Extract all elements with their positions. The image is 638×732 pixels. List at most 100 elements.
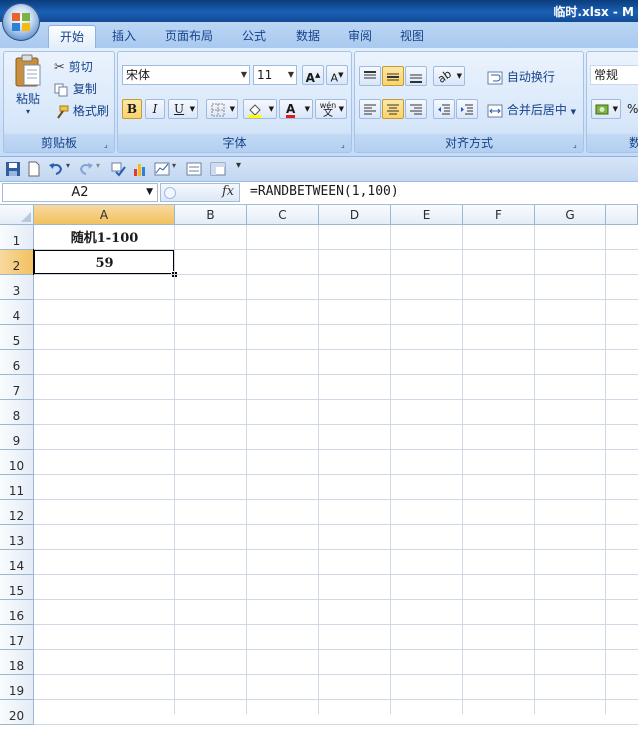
- cell-grid[interactable]: 随机1-100 59: [33, 225, 638, 725]
- gridline-horizontal: [34, 299, 638, 300]
- italic-button[interactable]: I: [145, 99, 165, 119]
- format-painter-button[interactable]: 格式刷: [54, 102, 109, 119]
- merge-center-button[interactable]: 合并后居中 ▼: [487, 101, 576, 118]
- grow-font-button[interactable]: A▲: [302, 65, 324, 85]
- save-icon[interactable]: [5, 161, 21, 177]
- column-header-d[interactable]: D: [319, 205, 391, 225]
- undo-dropdown-icon[interactable]: ▾: [66, 161, 70, 170]
- align-left-button[interactable]: [359, 99, 381, 119]
- row-header-12[interactable]: 12: [0, 500, 34, 525]
- row-header-8[interactable]: 8: [0, 400, 34, 425]
- align-middle-button[interactable]: [382, 66, 404, 86]
- row-header-20[interactable]: 20: [0, 700, 34, 725]
- tab-data[interactable]: 数据: [288, 25, 328, 47]
- row-header-5[interactable]: 5: [0, 325, 34, 350]
- phonetic-button[interactable]: wén 文 ▼: [315, 99, 347, 119]
- row-header-6[interactable]: 6: [0, 350, 34, 375]
- align-bottom-icon: [410, 74, 422, 83]
- decrease-indent-button[interactable]: [433, 99, 455, 119]
- tab-home[interactable]: 开始: [48, 25, 96, 48]
- align-right-button[interactable]: [405, 99, 427, 119]
- pivot-table-icon[interactable]: [210, 161, 226, 177]
- tab-review[interactable]: 审阅: [340, 25, 380, 47]
- column-header-g[interactable]: G: [535, 205, 606, 225]
- column-header-b[interactable]: B: [175, 205, 247, 225]
- redo-dropdown-icon[interactable]: ▾: [96, 161, 100, 170]
- formula-bar: A2 ▼ fx =RANDBETWEEN(1,100): [0, 182, 638, 205]
- align-middle-icon: [387, 73, 399, 80]
- bold-button[interactable]: B: [122, 99, 142, 119]
- row-header-11[interactable]: 11: [0, 475, 34, 500]
- row-header-9[interactable]: 9: [0, 425, 34, 450]
- clipboard-group: 粘贴 ▾ ✂ 剪切 复制 格式刷 剪贴板 ⌟: [3, 51, 115, 153]
- office-button[interactable]: [2, 3, 40, 41]
- row-header-16[interactable]: 16: [0, 600, 34, 625]
- column-header-f[interactable]: F: [463, 205, 535, 225]
- orientation-button[interactable]: ab ▼: [433, 66, 465, 86]
- chevron-down-icon: ▼: [304, 105, 310, 113]
- percent-style-button[interactable]: %: [627, 102, 638, 116]
- tab-page-layout[interactable]: 页面布局: [158, 25, 220, 47]
- row-header-3[interactable]: 3: [0, 275, 34, 300]
- formula-input[interactable]: =RANDBETWEEN(1,100): [250, 184, 399, 199]
- copy-button[interactable]: 复制: [54, 80, 97, 97]
- increase-indent-button[interactable]: [456, 99, 478, 119]
- font-color-button[interactable]: A ▼: [279, 99, 313, 119]
- tab-insert[interactable]: 插入: [104, 25, 144, 47]
- insert-function-icon[interactable]: fx: [222, 184, 234, 199]
- wrap-text-button[interactable]: 自动换行: [487, 68, 555, 85]
- column-header-a[interactable]: A: [34, 205, 175, 225]
- form-icon[interactable]: [186, 161, 202, 177]
- row-header-15[interactable]: 15: [0, 575, 34, 600]
- row-header-7[interactable]: 7: [0, 375, 34, 400]
- align-left-icon: [364, 104, 376, 114]
- paste-button[interactable]: 粘贴 ▾: [10, 54, 46, 124]
- row-header-10[interactable]: 10: [0, 450, 34, 475]
- align-center-button[interactable]: [382, 99, 404, 119]
- gridline-horizontal: [34, 499, 638, 500]
- row-header-13[interactable]: 13: [0, 525, 34, 550]
- undo-icon[interactable]: [48, 161, 64, 177]
- row-header-2[interactable]: 2: [0, 250, 34, 275]
- gridline-horizontal: [34, 324, 638, 325]
- font-launcher-icon[interactable]: ⌟: [341, 141, 349, 149]
- ribbon: 粘贴 ▾ ✂ 剪切 复制 格式刷 剪贴板 ⌟ 宋体 ▼ 11 ▼ A▲ A▼ B…: [0, 48, 638, 157]
- row-header-17[interactable]: 17: [0, 625, 34, 650]
- row-header-19[interactable]: 19: [0, 675, 34, 700]
- borders-button[interactable]: ▼: [206, 99, 238, 119]
- tab-view[interactable]: 视图: [392, 25, 432, 47]
- chart-icon[interactable]: [132, 161, 148, 177]
- row-header-1[interactable]: 1: [0, 225, 34, 250]
- line-chart-icon[interactable]: [154, 161, 170, 177]
- accounting-format-button[interactable]: ▼: [591, 99, 621, 119]
- underline-button[interactable]: U ▼: [168, 99, 198, 119]
- font-name-select[interactable]: 宋体 ▼: [122, 65, 250, 85]
- column-header-e[interactable]: E: [391, 205, 463, 225]
- row-header-4[interactable]: 4: [0, 300, 34, 325]
- shrink-font-button[interactable]: A▼: [326, 65, 348, 85]
- orientation-icon: ab: [435, 67, 455, 86]
- align-bottom-button[interactable]: [405, 66, 427, 86]
- row-header-14[interactable]: 14: [0, 550, 34, 575]
- window-title: 临时.xlsx - M: [553, 5, 634, 19]
- clipboard-launcher-icon[interactable]: ⌟: [104, 141, 112, 149]
- name-box[interactable]: A2 ▼: [2, 183, 158, 202]
- chevron-down-icon[interactable]: ▾: [172, 161, 176, 170]
- number-format-select[interactable]: 常规: [590, 65, 638, 85]
- redo-icon[interactable]: [78, 161, 94, 177]
- align-top-button[interactable]: [359, 66, 381, 86]
- align-right-icon: [410, 104, 422, 114]
- tab-formulas[interactable]: 公式: [234, 25, 274, 47]
- spelling-icon[interactable]: [110, 161, 126, 177]
- row-header-18[interactable]: 18: [0, 650, 34, 675]
- cell-a1[interactable]: 随机1-100: [34, 225, 175, 250]
- cut-button[interactable]: ✂ 剪切: [54, 58, 93, 75]
- customize-qat-icon[interactable]: ▾: [236, 160, 241, 171]
- new-document-icon[interactable]: [26, 161, 42, 177]
- font-size-select[interactable]: 11 ▼: [253, 65, 297, 85]
- column-header-c[interactable]: C: [247, 205, 319, 225]
- gridline-horizontal: [34, 399, 638, 400]
- fill-color-button[interactable]: ▼: [243, 99, 277, 119]
- expand-name-box-icon[interactable]: [164, 187, 176, 199]
- alignment-launcher-icon[interactable]: ⌟: [573, 141, 581, 149]
